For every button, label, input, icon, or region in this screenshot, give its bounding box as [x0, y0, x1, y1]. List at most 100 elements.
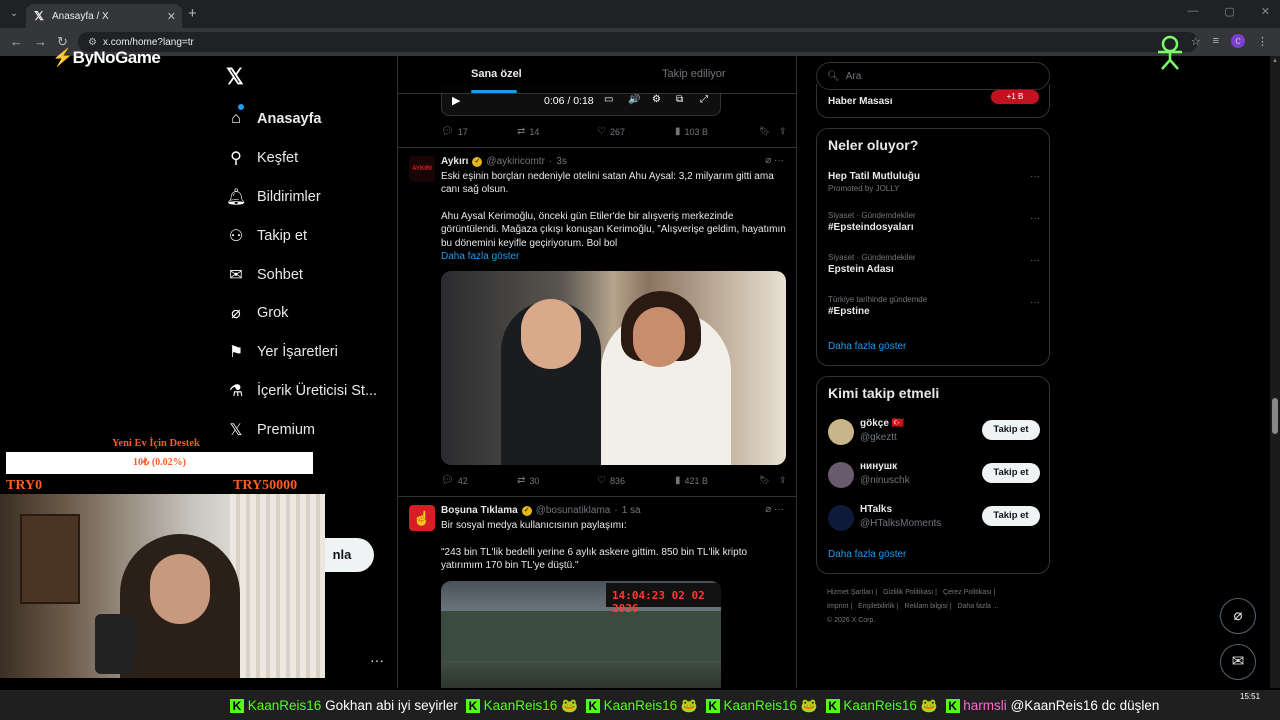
views-button[interactable]: ▮ 103 B	[675, 126, 759, 137]
views-button[interactable]: ▮ 421 B	[675, 475, 759, 486]
trend-more-icon[interactable]: ···	[1030, 255, 1040, 266]
who-show-more[interactable]: Daha fazla göster	[828, 549, 906, 560]
repost-button[interactable]: ⇄ 30	[517, 475, 597, 486]
tweet-handle[interactable]: @aykiricomtr	[486, 156, 545, 167]
tweet-image[interactable]	[441, 271, 786, 465]
window-close-button[interactable]: ✕	[1261, 5, 1270, 18]
address-bar[interactable]: ⚙ x.com/home?lang=tr	[78, 32, 1198, 52]
search-icon: ⚲	[230, 150, 242, 168]
follow-button[interactable]: Takip et	[982, 506, 1040, 526]
trend-name: #Epstine	[828, 306, 870, 317]
bookmark-button[interactable]: 🔖︎	[759, 126, 779, 137]
scroll-up-icon[interactable]: ▲	[1272, 58, 1278, 64]
nav-item-keşfet[interactable]: ⚲ Keşfet	[226, 139, 377, 178]
forward-button[interactable]: →	[34, 34, 47, 49]
tweet-more-icon[interactable]: ⌀ ···	[765, 155, 784, 166]
reply-button[interactable]: 💬︎ 42	[441, 475, 517, 486]
show-more-link[interactable]: Daha fazla göster	[441, 250, 787, 263]
nav-item-i-çerik-üreticisi-st-[interactable]: ⚗ İçerik Üreticisi St...	[226, 372, 377, 411]
footer-link[interactable]: Imprint |	[827, 603, 852, 610]
footer-link[interactable]: Erişilebilirlik |	[858, 603, 898, 610]
chat-text: 🐸	[800, 698, 818, 713]
trend-more-icon[interactable]: ···	[1030, 213, 1040, 224]
footer-link[interactable]: Hizmet Şartları |	[827, 589, 877, 596]
like-button[interactable]: ♡ 836	[597, 475, 675, 486]
new-tab-button[interactable]: +	[188, 5, 197, 22]
browser-menu-icon[interactable]: ⋮	[1257, 35, 1268, 48]
tweet-avatar[interactable]: AYKIRI	[409, 156, 435, 182]
nav-item-takip-et[interactable]: ⚇ Takip et	[226, 216, 377, 255]
play-icon[interactable]: ▶	[452, 94, 460, 107]
account-more-icon[interactable]: ···	[370, 652, 384, 668]
tweet-author[interactable]: Boşuna Tıklama	[441, 505, 518, 516]
follow-button[interactable]: Takip et	[982, 420, 1040, 440]
fullscreen-icon[interactable]: ⤢	[700, 94, 708, 105]
tweet-more-icon[interactable]: ⌀ ···	[765, 504, 784, 515]
video-time: 0:06 / 0:18	[544, 95, 594, 107]
trend-more-icon[interactable]: ···	[1030, 297, 1040, 308]
trend-item[interactable]: Hep Tatil Mutluluğu Promoted by JOLLY ···	[828, 169, 1040, 193]
footer-link[interactable]: Çerez Politikası |	[943, 589, 995, 596]
back-button[interactable]: ←	[10, 34, 23, 49]
scrollbar-thumb[interactable]	[1272, 398, 1278, 434]
tweet-handle[interactable]: @bosunatiklama	[536, 505, 611, 516]
nav-item-yer-i-şaretleri[interactable]: ⚑ Yer İşaretleri	[226, 333, 377, 372]
share-button[interactable]: ⇪	[779, 126, 787, 137]
like-button[interactable]: ♡ 267	[597, 126, 675, 137]
footer-link[interactable]: Gizlilik Politikası |	[883, 589, 937, 596]
trend-item[interactable]: Siyaset · Gündemdekiler Epstein Adası ···	[828, 253, 1040, 275]
browser-tab[interactable]: 𝕏 Anasayfa / X ✕	[26, 4, 182, 28]
reply-button[interactable]: 💬︎ 17	[441, 126, 517, 137]
suggestion-name[interactable]: нинушк	[860, 461, 897, 472]
settings-icon[interactable]: ⚙	[652, 94, 661, 105]
views-icon: ▮	[675, 126, 681, 137]
nav-item-label: Keşfet	[257, 150, 299, 167]
suggestion-name[interactable]: gökçe 🇹🇷	[860, 418, 904, 429]
trend-item[interactable]: Türkiye tarihinde gündemde #Epstine ···	[828, 295, 1040, 317]
page-scrollbar[interactable]: ▲	[1270, 56, 1280, 688]
trend-item[interactable]: Siyaset · Gündemdekiler #Epsteindosyaları…	[828, 211, 1040, 233]
media-controls-icon[interactable]: ≡	[1213, 35, 1219, 47]
footer-links: Hizmet Şartları | Gizlilik Politikası | Çe…	[827, 586, 1047, 628]
nav-item-bildirimler[interactable]: 🔔︎ Bildirimler	[226, 178, 377, 217]
site-info-icon[interactable]: ⚙	[88, 37, 97, 48]
messages-fab-icon[interactable]: ✉	[1220, 644, 1256, 680]
avatar[interactable]	[828, 505, 854, 531]
tab-following[interactable]: Takip ediliyor	[662, 68, 726, 80]
tweet-divider	[398, 147, 796, 148]
tab-search-dropdown[interactable]: ⌄	[6, 6, 22, 22]
maximize-button[interactable]: ▢	[1224, 5, 1234, 18]
share-button[interactable]: ⇪	[779, 475, 787, 486]
tweet-image[interactable]: 14:04:23 02 02 2026	[441, 581, 721, 688]
avatar[interactable]	[828, 419, 854, 445]
footer-link[interactable]: © 2026 X Corp.	[827, 617, 875, 624]
avatar[interactable]	[828, 462, 854, 488]
trends-show-more[interactable]: Daha fazla göster	[828, 341, 906, 352]
tab-for-you[interactable]: Sana özel	[471, 68, 522, 80]
footer-link[interactable]: Reklam bilgisi |	[904, 603, 951, 610]
tweet-avatar-pointer-icon[interactable]: ☝	[409, 505, 435, 531]
captions-icon[interactable]: ▭	[604, 94, 613, 105]
nav-item-sohbet[interactable]: ✉ Sohbet	[226, 255, 377, 294]
minimize-button[interactable]: —	[1187, 5, 1198, 18]
repost-button[interactable]: ⇄ 14	[517, 126, 597, 137]
grok-fab-icon[interactable]: ⌀	[1220, 598, 1256, 634]
profile-avatar[interactable]: c	[1231, 34, 1245, 48]
nav-item-grok[interactable]: ⌀ Grok	[226, 294, 377, 333]
x-logo-icon[interactable]: 𝕏	[226, 64, 244, 90]
volume-icon[interactable]: 🔊	[628, 94, 640, 105]
tweet-time[interactable]: 1 sa	[622, 505, 641, 516]
bookmark-button[interactable]: 🔖︎	[759, 475, 779, 486]
pip-icon[interactable]: ⧉	[676, 94, 683, 105]
footer-link[interactable]: Daha fazla ...	[957, 603, 998, 610]
tweet-time[interactable]: 3s	[556, 156, 567, 167]
tweet-author[interactable]: Aykırı	[441, 156, 468, 167]
nav-item-premium[interactable]: 𝕏 Premium	[226, 410, 377, 449]
follow-button[interactable]: Takip et	[982, 463, 1040, 483]
search-input[interactable]: 🔍︎ Ara	[816, 62, 1050, 90]
bookmark-star-icon[interactable]: ☆	[1191, 35, 1201, 48]
tab-close-icon[interactable]: ✕	[167, 10, 176, 23]
nav-item-anasayfa[interactable]: ⌂ Anasayfa	[226, 100, 377, 139]
trend-more-icon[interactable]: ···	[1030, 171, 1040, 182]
suggestion-name[interactable]: HTalks	[860, 504, 892, 515]
